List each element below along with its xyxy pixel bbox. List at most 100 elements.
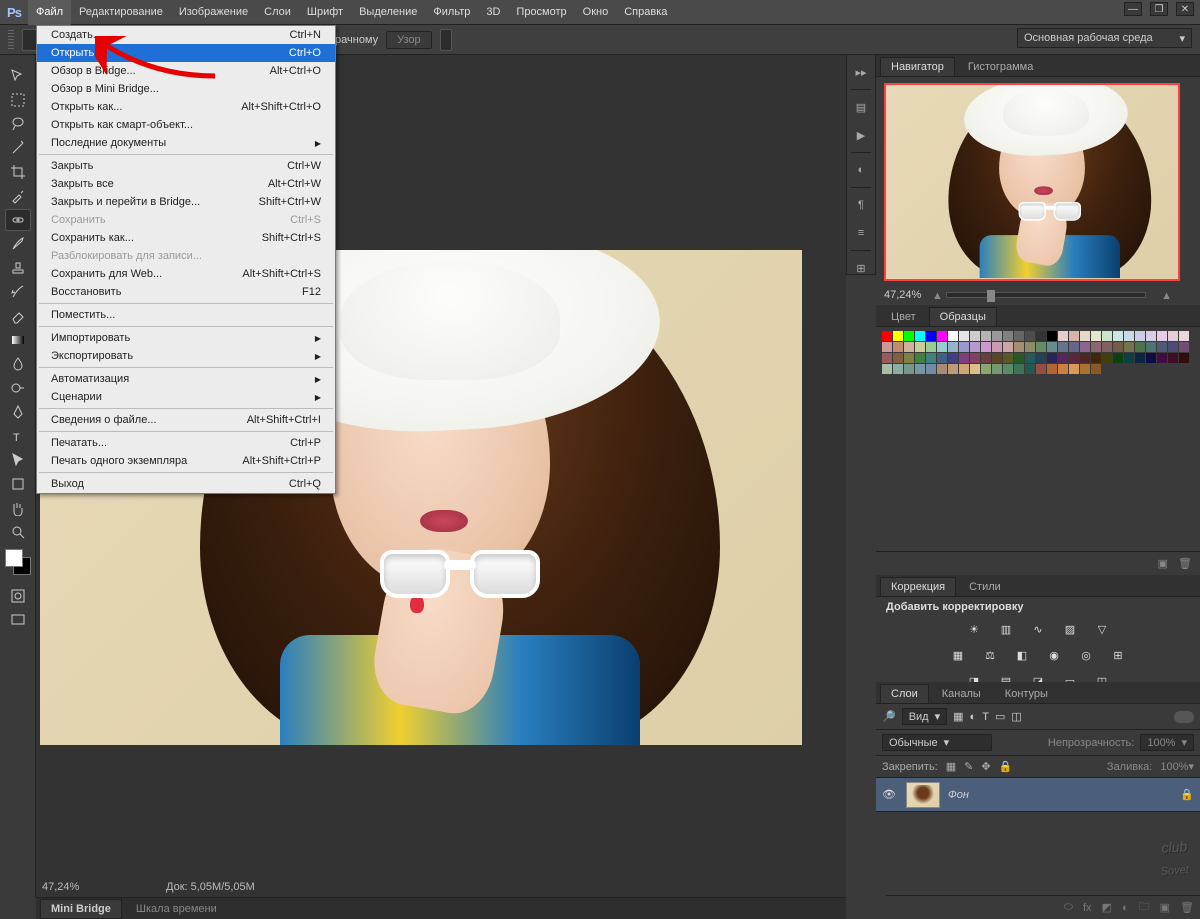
menu-редактирование[interactable]: Редактирование bbox=[71, 0, 171, 25]
play-icon[interactable]: ▶ bbox=[850, 124, 872, 146]
zoom-in-icon[interactable]: ▲ bbox=[1161, 290, 1172, 302]
mask-icon[interactable]: ◩ bbox=[1102, 901, 1112, 914]
zoom-out-icon[interactable]: ▲ bbox=[932, 290, 943, 302]
swatch-cell[interactable] bbox=[1047, 331, 1057, 341]
swatch-cell[interactable] bbox=[1014, 364, 1024, 374]
swatch-cell[interactable] bbox=[937, 353, 947, 363]
close-button[interactable]: ✕ bbox=[1176, 2, 1194, 16]
pattern-button[interactable]: Узор bbox=[386, 31, 432, 49]
swatch-cell[interactable] bbox=[882, 353, 892, 363]
swatch-cell[interactable] bbox=[1047, 353, 1057, 363]
tab-layers[interactable]: Слои bbox=[880, 684, 929, 703]
tab-channels[interactable]: Каналы bbox=[931, 684, 992, 703]
exposure-icon[interactable]: ▨ bbox=[1061, 621, 1079, 637]
swatch-cell[interactable] bbox=[1113, 353, 1123, 363]
lock-transparent-icon[interactable]: ▦ bbox=[946, 760, 956, 773]
tab-color[interactable]: Цвет bbox=[880, 307, 927, 326]
swatch-cell[interactable] bbox=[1113, 342, 1123, 352]
menu-item[interactable]: Открыть как...Alt+Shift+Ctrl+O bbox=[37, 98, 335, 116]
swatch-cell[interactable] bbox=[882, 331, 892, 341]
opacity-input[interactable]: 100%▾ bbox=[1140, 734, 1194, 751]
swatch-cell[interactable] bbox=[1091, 353, 1101, 363]
filter-adjust-icon[interactable]: ◐ bbox=[970, 711, 977, 723]
hue-icon[interactable]: ▦ bbox=[949, 647, 967, 663]
filter-toggle[interactable] bbox=[1174, 711, 1194, 723]
lasso-tool[interactable] bbox=[5, 113, 31, 135]
swatch-cell[interactable] bbox=[970, 364, 980, 374]
color-swatches[interactable] bbox=[5, 549, 31, 575]
fill-input[interactable]: 100%▾ bbox=[1160, 760, 1194, 773]
lock-move-icon[interactable]: ✥ bbox=[981, 760, 990, 773]
menu-выделение[interactable]: Выделение bbox=[351, 0, 425, 25]
minimize-button[interactable]: — bbox=[1124, 2, 1142, 16]
swatch-cell[interactable] bbox=[992, 342, 1002, 352]
swatch-cell[interactable] bbox=[1069, 364, 1079, 374]
layer-filter-dropdown[interactable]: Вид▾ bbox=[902, 708, 947, 725]
swatch-cell[interactable] bbox=[1014, 353, 1024, 363]
swatch-cell[interactable] bbox=[1135, 342, 1145, 352]
link-icon[interactable]: ⬭ bbox=[1064, 901, 1073, 914]
swatch-cell[interactable] bbox=[1146, 342, 1156, 352]
tab-swatches[interactable]: Образцы bbox=[929, 307, 997, 326]
pen-tool[interactable] bbox=[5, 401, 31, 423]
history-brush-tool[interactable] bbox=[5, 281, 31, 303]
brush-tool[interactable] bbox=[5, 233, 31, 255]
navigator-zoom[interactable]: 47,24% bbox=[884, 289, 921, 301]
swatch-cell[interactable] bbox=[970, 342, 980, 352]
swatch-cell[interactable] bbox=[1069, 353, 1079, 363]
properties-icon[interactable]: ◐ bbox=[850, 159, 872, 181]
swatch-cell[interactable] bbox=[1058, 364, 1068, 374]
swatch-cell[interactable] bbox=[1014, 342, 1024, 352]
menu-item[interactable]: Печатать...Ctrl+P bbox=[37, 434, 335, 452]
swatch-cell[interactable] bbox=[937, 342, 947, 352]
swatch-cell[interactable] bbox=[1069, 331, 1079, 341]
layer-thumbnail[interactable] bbox=[906, 782, 940, 808]
swatch-cell[interactable] bbox=[970, 331, 980, 341]
swatch-cell[interactable] bbox=[981, 364, 991, 374]
menu-item[interactable]: Обзор в Bridge...Alt+Ctrl+O bbox=[37, 62, 335, 80]
menu-item[interactable]: Импортировать bbox=[37, 329, 335, 347]
swatch-cell[interactable] bbox=[992, 353, 1002, 363]
curves-icon[interactable]: ∿ bbox=[1029, 621, 1047, 637]
shape-tool[interactable] bbox=[5, 473, 31, 495]
tab-mini-bridge[interactable]: Mini Bridge bbox=[40, 899, 122, 919]
swatch-cell[interactable] bbox=[1124, 331, 1134, 341]
swatch-cell[interactable] bbox=[1058, 353, 1068, 363]
blur-tool[interactable] bbox=[5, 353, 31, 375]
filter-shape-icon[interactable]: ▭ bbox=[995, 710, 1005, 723]
swatch-cell[interactable] bbox=[1091, 342, 1101, 352]
lock-all-icon[interactable]: 🔒 bbox=[999, 760, 1013, 773]
fill-layer-icon[interactable]: ◐ bbox=[1122, 902, 1129, 914]
brushes-icon[interactable]: ⊞ bbox=[850, 257, 872, 279]
swatch-cell[interactable] bbox=[915, 364, 925, 374]
swatch-cell[interactable] bbox=[1003, 353, 1013, 363]
crop-tool[interactable] bbox=[5, 161, 31, 183]
filter-pixel-icon[interactable]: ▦ bbox=[953, 710, 963, 723]
group-icon[interactable]: 🗀 bbox=[1139, 898, 1150, 917]
visibility-icon[interactable]: 👁 bbox=[882, 788, 898, 801]
swatch-grid[interactable] bbox=[882, 331, 1189, 374]
menu-справка[interactable]: Справка bbox=[616, 0, 675, 25]
swatch-cell[interactable] bbox=[1102, 342, 1112, 352]
swatch-cell[interactable] bbox=[882, 364, 892, 374]
swatch-cell[interactable] bbox=[1058, 342, 1068, 352]
swatch-cell[interactable] bbox=[1135, 331, 1145, 341]
zoom-tool[interactable] bbox=[5, 521, 31, 543]
dodge-tool[interactable] bbox=[5, 377, 31, 399]
blend-mode-dropdown[interactable]: Обычные▾ bbox=[882, 734, 992, 751]
filter-smart-icon[interactable]: ◫ bbox=[1011, 710, 1021, 723]
wand-tool[interactable] bbox=[5, 137, 31, 159]
new-swatch-icon[interactable]: ▣ bbox=[1158, 557, 1168, 570]
levels-icon[interactable]: ▥ bbox=[997, 621, 1015, 637]
swatch-cell[interactable] bbox=[948, 331, 958, 341]
menu-шрифт[interactable]: Шрифт bbox=[299, 0, 351, 25]
menu-item[interactable]: Сохранить для Web...Alt+Shift+Ctrl+S bbox=[37, 265, 335, 283]
menu-item[interactable]: ВосстановитьF12 bbox=[37, 283, 335, 301]
menu-item[interactable]: Создать...Ctrl+N bbox=[37, 26, 335, 44]
photofilter-icon[interactable]: ◉ bbox=[1045, 647, 1063, 663]
swatch-cell[interactable] bbox=[948, 353, 958, 363]
swatch-cell[interactable] bbox=[1157, 331, 1167, 341]
bw-icon[interactable]: ◧ bbox=[1013, 647, 1031, 663]
swatch-cell[interactable] bbox=[1025, 342, 1035, 352]
swatch-cell[interactable] bbox=[904, 364, 914, 374]
